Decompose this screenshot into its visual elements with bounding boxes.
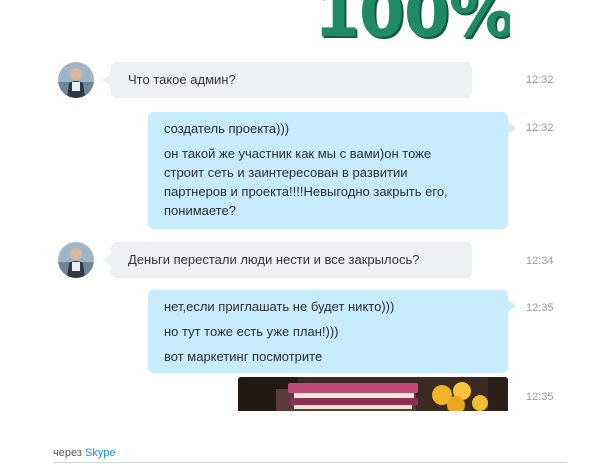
message-text: нет,если приглашать не будет никто))): [164, 299, 395, 314]
message-timestamp: 12:32: [526, 74, 554, 86]
banner-text: 100%: [314, 0, 510, 50]
message-bubble-incoming: Деньги перестали люди нести и все закрыл…: [102, 242, 472, 278]
message-timestamp: 12:32: [526, 122, 554, 134]
message-text: вот маркетинг посмотрите: [164, 349, 323, 364]
footer-prefix: через: [53, 447, 82, 459]
image-attachment[interactable]: [238, 377, 508, 411]
message-bubble-outgoing: создатель проекта))) он такой же участни…: [148, 112, 516, 229]
message-timestamp: 12:35: [526, 391, 554, 403]
message-timestamp: 12:35: [526, 302, 554, 314]
message-text: строит сеть и заинтересован в развитии: [164, 165, 408, 180]
skype-link[interactable]: Skype: [85, 447, 116, 459]
message-text: создатель проекта))): [164, 121, 290, 136]
message-text: Деньги перестали люди нести и все закрыл…: [128, 252, 420, 267]
message-text: партнеров и проекта!!!!Невыгодно закрыть…: [164, 184, 448, 199]
avatar[interactable]: [58, 242, 94, 278]
message-text: понимаете?: [164, 203, 236, 218]
footer-divider: [53, 462, 567, 463]
message-timestamp: 12:34: [526, 255, 554, 267]
message-text: но тут тоже есть уже план!))): [164, 324, 339, 339]
message-text: Что такое админ?: [128, 72, 236, 87]
message-bubble-incoming: Что такое админ?: [102, 62, 472, 98]
message-text: он такой же участник как мы с вами)он то…: [164, 146, 432, 161]
avatar[interactable]: [58, 62, 94, 98]
footer-source: через Skype: [53, 447, 116, 459]
banner-image: 100%: [310, 0, 510, 50]
message-bubble-outgoing: нет,если приглашать не будет никто))) но…: [148, 290, 516, 373]
